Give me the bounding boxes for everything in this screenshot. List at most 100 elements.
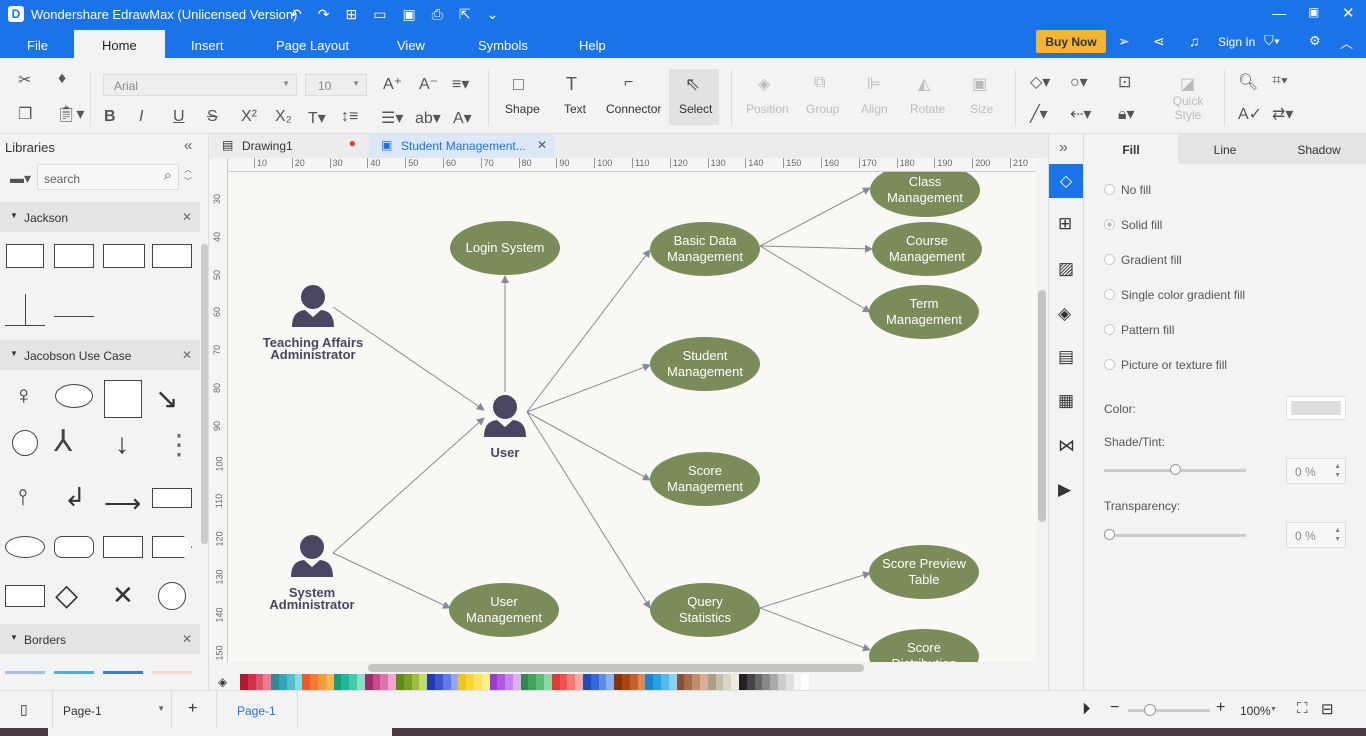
palette-swatch[interactable] — [255, 674, 264, 690]
palette-swatch[interactable] — [294, 674, 303, 690]
palette-swatch[interactable] — [349, 674, 357, 690]
actor-user[interactable]: User — [484, 395, 526, 460]
use-case-dist[interactable]: ScoreDistribution — [869, 629, 979, 662]
palette-swatch[interactable] — [466, 674, 474, 690]
size-button[interactable]: Size — [970, 102, 993, 116]
palette-swatch[interactable] — [785, 674, 794, 690]
replace-icon[interactable]: ⇄▾ — [1272, 104, 1293, 124]
edge-query-preview[interactable] — [759, 571, 871, 609]
menu-help[interactable]: Help — [579, 38, 606, 53]
play-icon[interactable]: ⏵ — [1082, 699, 1091, 719]
share-icon[interactable]: ⋖ — [1153, 33, 1165, 50]
palette-swatch[interactable] — [240, 674, 248, 690]
palette-swatch[interactable] — [661, 674, 669, 690]
decrease-font-icon[interactable]: A⁻ — [419, 74, 438, 94]
font-size-select[interactable]: 10 ▼ — [305, 74, 367, 96]
tab-line[interactable]: Line — [1178, 134, 1272, 164]
shape[interactable]: ↲ — [64, 482, 86, 513]
palette-swatch[interactable] — [629, 674, 638, 690]
palette-swatch[interactable] — [567, 674, 576, 690]
palette-swatch[interactable] — [263, 674, 272, 690]
page-panel-icon[interactable]: ▤ — [1058, 347, 1074, 367]
increase-font-icon[interactable]: A⁺ — [383, 74, 402, 94]
group-icon[interactable]: ⧉ — [814, 74, 825, 92]
line-style-icon[interactable]: ⇠▾ — [1070, 104, 1091, 124]
color-picker[interactable] — [1286, 396, 1346, 420]
select-icon[interactable]: ⇖ — [685, 74, 700, 95]
horizontal-scrollbar[interactable] — [228, 662, 1036, 674]
edge-basic-term[interactable] — [759, 245, 871, 313]
superscript-icon[interactable]: X² — [241, 108, 257, 126]
use-case-query[interactable]: QueryStatistics — [650, 583, 760, 637]
palette-swatch[interactable] — [754, 674, 763, 690]
layers-panel-icon[interactable]: ◈ — [1058, 304, 1071, 324]
palette-swatch[interactable] — [692, 674, 701, 690]
tab-fill[interactable]: Fill — [1084, 134, 1178, 164]
library-section-jacobson[interactable]: ▼ Jacobson Use Case ✕ — [0, 340, 200, 370]
use-case-shape[interactable] — [55, 384, 93, 408]
minimize-button[interactable]: — — [1272, 5, 1286, 21]
copy-icon[interactable]: ❐ — [18, 104, 32, 124]
menu-symbols[interactable]: Symbols — [478, 38, 528, 53]
bell-icon[interactable]: ♫ — [1189, 33, 1200, 49]
subscript-icon[interactable]: X₂ — [275, 108, 292, 126]
library-shape[interactable] — [152, 488, 192, 508]
palette-swatch[interactable] — [676, 674, 685, 690]
palette-swatch[interactable] — [801, 674, 810, 690]
library-section-jackson[interactable]: ▼ Jackson ✕ — [0, 202, 200, 232]
library-search-input[interactable]: search ⌕ — [37, 164, 179, 190]
palette-swatch[interactable] — [777, 674, 786, 690]
palette-swatch[interactable] — [770, 674, 778, 690]
library-shape[interactable] — [54, 316, 94, 317]
library-shape[interactable] — [103, 536, 143, 558]
fill-bucket-icon[interactable]: ◈ — [218, 675, 227, 689]
cross-shape[interactable]: ✕ — [112, 580, 134, 611]
lock-icon[interactable]: 🔒︎▾ — [1118, 104, 1135, 124]
pattern-fill-radio[interactable]: Pattern fill — [1104, 323, 1174, 337]
collapse-ribbon-icon[interactable]: ︿ — [1340, 33, 1353, 52]
palette-swatch[interactable] — [684, 674, 693, 690]
palette-swatch[interactable] — [325, 674, 334, 690]
transparency-slider[interactable] — [1104, 529, 1246, 540]
connector-icon[interactable]: ⌐ — [624, 74, 633, 92]
lifeline-shape[interactable]: ↓ — [115, 428, 129, 460]
palette-swatch[interactable] — [427, 674, 435, 690]
palette-swatch[interactable] — [395, 674, 404, 690]
palette-swatch[interactable] — [622, 674, 630, 690]
palette-swatch[interactable] — [286, 674, 295, 690]
edge-user-basic[interactable] — [526, 249, 651, 413]
select-button[interactable]: Select — [679, 102, 712, 116]
fit-width-icon[interactable]: ⊟ — [1321, 700, 1334, 718]
tab-student-management[interactable]: ▣ Student Management... ✕ — [369, 134, 555, 158]
library-shape[interactable] — [5, 294, 45, 326]
palette-swatch[interactable] — [442, 674, 451, 690]
transparency-input[interactable]: 0 % ▲ ▼ — [1286, 522, 1346, 548]
use-case-student[interactable]: StudentManagement — [650, 337, 760, 391]
use-case-usermgmt[interactable]: UserManagement — [449, 583, 559, 637]
page-tab[interactable]: Page-1 — [216, 691, 298, 729]
palette-swatch[interactable] — [559, 674, 568, 690]
underline-icon[interactable]: U — [173, 108, 185, 126]
palette-swatch[interactable] — [762, 674, 771, 690]
fullscreen-icon[interactable]: ⛶ — [1297, 700, 1308, 717]
palette-swatch[interactable] — [614, 674, 623, 690]
close-section-icon[interactable]: ✕ — [182, 632, 192, 646]
palette-swatch[interactable] — [715, 674, 724, 690]
palette-swatch[interactable] — [505, 674, 513, 690]
spell-check-icon[interactable]: A✓ — [1238, 104, 1262, 124]
association-shape[interactable]: ↘ — [155, 382, 178, 415]
palette-swatch[interactable] — [583, 674, 591, 690]
expand-panel-icon[interactable]: » — [1059, 139, 1068, 157]
palette-swatch[interactable] — [520, 674, 529, 690]
pentagon-shape[interactable] — [152, 536, 192, 558]
palette-swatch[interactable] — [536, 674, 545, 690]
open-icon[interactable]: ▭ — [373, 6, 402, 22]
zoom-in-button[interactable]: + — [1216, 699, 1225, 717]
palette-swatch[interactable] — [364, 674, 373, 690]
palette-swatch[interactable] — [372, 674, 381, 690]
bullets-icon[interactable]: ☰▾ — [381, 108, 403, 128]
use-case-login[interactable]: Login System — [450, 221, 560, 275]
palette-swatch[interactable] — [450, 674, 459, 690]
rectangle-shape[interactable] — [5, 585, 45, 607]
palette-swatch[interactable] — [723, 674, 732, 690]
